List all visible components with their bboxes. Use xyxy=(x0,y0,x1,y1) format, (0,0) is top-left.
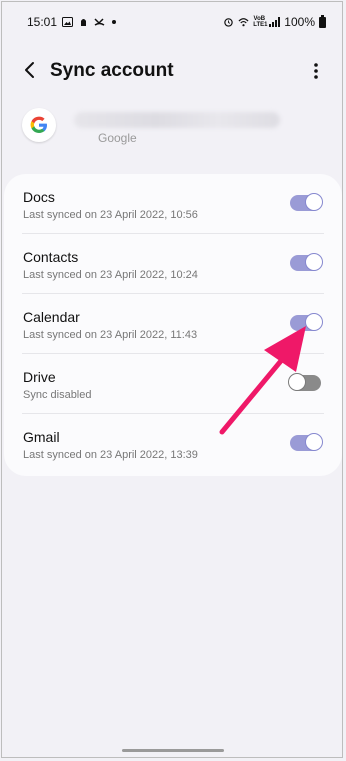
volte-indicator: VoB LTE1 xyxy=(253,16,268,28)
sync-list-card: Docs Last synced on 23 April 2022, 10:56… xyxy=(4,174,342,476)
back-icon[interactable] xyxy=(18,58,42,82)
sync-toggle-docs[interactable] xyxy=(290,193,323,211)
account-type: Google xyxy=(98,131,137,145)
toggle-knob xyxy=(288,373,306,391)
google-g-icon xyxy=(30,116,47,133)
sync-item-status: Last synced on 23 April 2022, 11:43 xyxy=(23,329,198,341)
toggle-knob xyxy=(305,313,323,331)
sync-item-title: Calendar xyxy=(23,309,80,325)
home-indicator[interactable] xyxy=(122,749,224,752)
signal-icon xyxy=(269,17,281,27)
sync-item-gmail[interactable]: Gmail Last synced on 23 April 2022, 13:3… xyxy=(4,414,342,474)
sync-item-drive[interactable]: Drive Sync disabled xyxy=(4,354,342,414)
sync-toggle-drive[interactable] xyxy=(288,373,321,391)
toggle-knob xyxy=(305,433,323,451)
sync-item-title: Docs xyxy=(23,189,55,205)
gallery-icon xyxy=(62,17,74,27)
status-bar: 15:01 VoB LTE1 100% xyxy=(0,0,346,42)
sync-item-status: Sync disabled xyxy=(23,389,92,401)
sync-item-contacts[interactable]: Contacts Last synced on 23 April 2022, 1… xyxy=(4,234,342,294)
sync-toggle-gmail[interactable] xyxy=(290,433,323,451)
page-title: Sync account xyxy=(50,60,174,81)
account-header: Google xyxy=(22,108,332,148)
wifi-icon xyxy=(238,18,249,27)
more-notifications-dot xyxy=(112,20,117,24)
sync-item-title: Drive xyxy=(23,369,56,385)
sync-item-title: Gmail xyxy=(23,429,60,445)
sync-item-title: Contacts xyxy=(23,249,79,265)
sync-item-status: Last synced on 23 April 2022, 13:39 xyxy=(23,449,198,461)
notification-icon xyxy=(81,19,87,26)
status-time: 15:01 xyxy=(27,15,58,29)
sync-item-docs[interactable]: Docs Last synced on 23 April 2022, 10:56 xyxy=(4,174,342,234)
battery-icon xyxy=(319,14,326,28)
account-email-redacted xyxy=(74,112,280,128)
sync-toggle-calendar[interactable] xyxy=(290,313,323,331)
alarm-icon xyxy=(224,18,234,27)
sync-item-status: Last synced on 23 April 2022, 10:56 xyxy=(23,209,198,221)
sync-item-calendar[interactable]: Calendar Last synced on 23 April 2022, 1… xyxy=(4,294,342,354)
status-left: 15:01 xyxy=(27,15,117,29)
battery-percent: 100% xyxy=(284,15,315,29)
toggle-knob xyxy=(305,193,323,211)
app-bar: Sync account xyxy=(0,52,346,92)
missed-call-icon xyxy=(94,18,105,26)
sync-toggle-contacts[interactable] xyxy=(290,253,323,271)
toggle-knob xyxy=(305,253,323,271)
google-logo-icon xyxy=(22,108,56,142)
more-options-icon[interactable] xyxy=(306,59,326,83)
status-right: VoB LTE1 100% xyxy=(223,14,326,29)
sync-item-status: Last synced on 23 April 2022, 10:24 xyxy=(23,269,198,281)
